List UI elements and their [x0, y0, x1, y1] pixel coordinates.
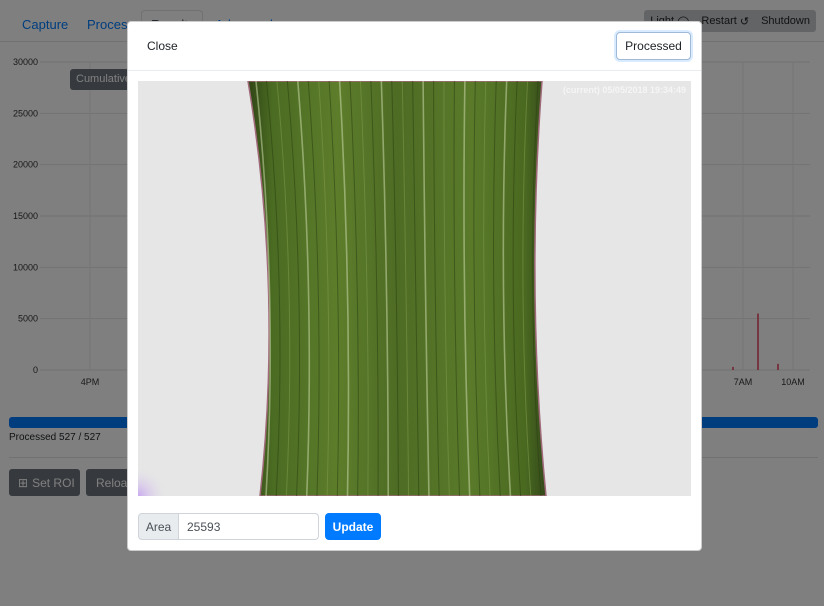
update-button[interactable]: Update: [325, 513, 381, 540]
modal-header: Close Processed: [128, 22, 701, 71]
image-timestamp: (current) 05/05/2018 19:34:49: [562, 85, 686, 95]
area-label: Area: [138, 513, 179, 540]
image-modal: Close Processed (current) 05/05/2018 19:…: [127, 21, 702, 551]
area-form: Area Update: [138, 513, 381, 542]
leaf-image-graphic: [138, 81, 547, 496]
close-button[interactable]: Close: [147, 39, 178, 53]
area-input[interactable]: [179, 513, 319, 540]
processed-label: Processed: [625, 39, 682, 53]
leaf-image: (current) 05/05/2018 19:34:49: [138, 81, 691, 496]
processed-toggle-button[interactable]: Processed: [616, 32, 691, 60]
